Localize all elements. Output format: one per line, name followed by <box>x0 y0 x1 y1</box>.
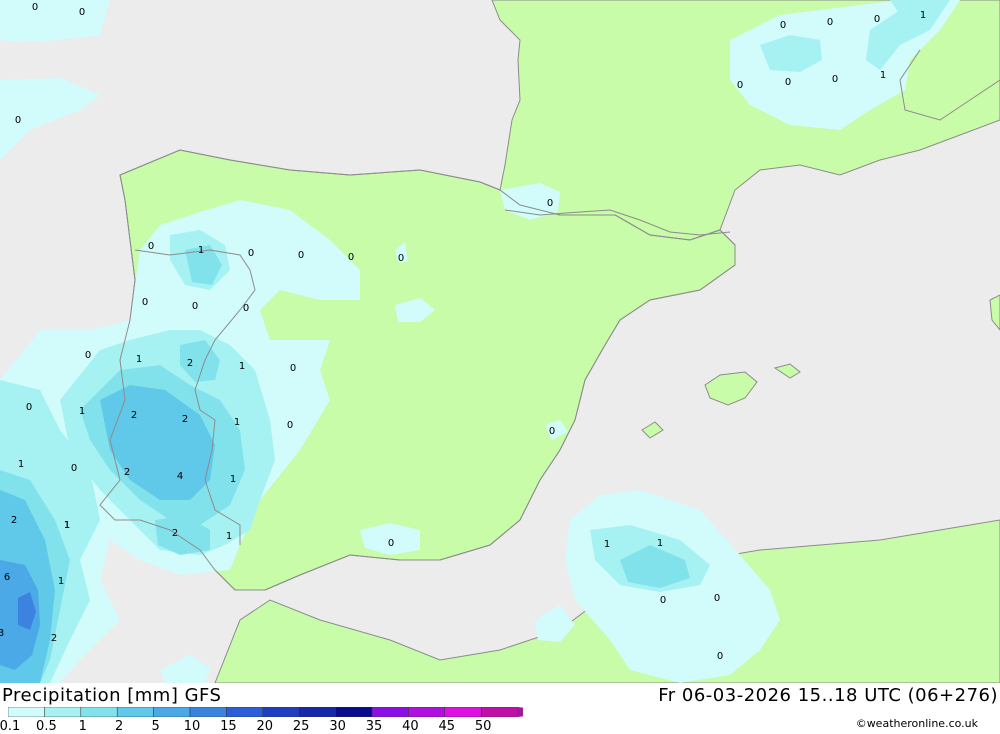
value-label: 0 <box>15 115 21 126</box>
value-label: 1 <box>920 10 926 21</box>
value-label: 1 <box>64 520 70 531</box>
legend-label: 40 <box>402 719 419 734</box>
legend-swatch <box>153 707 191 717</box>
value-label: 2 <box>172 528 178 539</box>
value-label: 4 <box>177 471 183 482</box>
value-label: 0 <box>827 17 833 28</box>
value-label: 0 <box>832 74 838 85</box>
value-label: 1 <box>657 538 663 549</box>
value-label: 1 <box>230 474 236 485</box>
legend-label: 0.5 <box>36 719 57 734</box>
value-label: 0 <box>547 198 553 209</box>
value-label: 1 <box>234 417 240 428</box>
value-label: 0 <box>714 593 720 604</box>
value-label: 0 <box>717 651 723 662</box>
legend-swatch <box>8 707 45 717</box>
legend-labels: 0.1 0.5 1 2 5 10 15 20 25 30 35 40 45 50 <box>0 719 560 734</box>
value-label: 0 <box>32 2 38 13</box>
value-label: 0 <box>874 14 880 25</box>
legend-label: 25 <box>292 719 310 734</box>
value-label: 0 <box>148 241 154 252</box>
legend-swatch <box>408 707 446 717</box>
legend-swatch <box>480 707 518 717</box>
value-label: 6 <box>4 572 10 583</box>
legend-swatch <box>444 707 482 717</box>
value-label: 0 <box>85 350 91 361</box>
value-label: 2 <box>187 358 193 369</box>
value-label: 2 <box>182 414 188 425</box>
value-label: 0 <box>785 77 791 88</box>
legend-swatches <box>8 707 523 717</box>
legend-swatch <box>116 707 154 717</box>
legend-label: 35 <box>365 719 383 734</box>
legend-label: 15 <box>220 719 237 734</box>
value-label: 2 <box>51 633 57 644</box>
value-label: 0 <box>243 303 249 314</box>
legend-swatch <box>335 707 373 717</box>
value-label: 1 <box>880 70 886 81</box>
value-label: 2 <box>131 410 137 421</box>
value-label: 0 <box>737 80 743 91</box>
precip-area-0.1 <box>0 0 110 42</box>
value-label: 0 <box>142 297 148 308</box>
value-label: 1 <box>136 354 142 365</box>
legend-swatch <box>189 707 227 717</box>
legend-label: 0.1 <box>0 719 21 734</box>
legend-label: 50 <box>474 719 492 734</box>
value-label: 0 <box>780 20 786 31</box>
value-label: 1 <box>58 576 64 587</box>
forecast-timestamp: Fr 06-03-2026 15..18 UTC (06+276) <box>658 685 998 706</box>
value-label: 0 <box>26 402 32 413</box>
legend-label: 20 <box>256 719 274 734</box>
legend-swatch <box>262 707 300 717</box>
legend-label: 5 <box>151 719 160 734</box>
value-label: 0 <box>71 463 77 474</box>
legend-label: 1 <box>78 719 87 734</box>
legend-label: 2 <box>115 719 124 734</box>
value-label: 0 <box>398 253 404 264</box>
value-label: 0 <box>660 595 666 606</box>
legend-swatch <box>44 707 82 717</box>
legend-swatch <box>80 707 118 717</box>
value-label: 0 <box>192 301 198 312</box>
value-label: 0 <box>287 420 293 431</box>
value-label: 0 <box>290 363 296 374</box>
legend-swatch <box>298 707 336 717</box>
value-label: 2 <box>124 467 130 478</box>
value-label: 2 <box>11 515 17 526</box>
value-label: 0 <box>348 252 354 263</box>
value-label: 0 <box>388 538 394 549</box>
map-footer: Precipitation [mm] GFS Fr 06-03-2026 15.… <box>0 683 1000 734</box>
legend-label: 45 <box>438 719 456 734</box>
precipitation-legend-bar <box>8 707 523 717</box>
value-label: 0 <box>549 426 555 437</box>
legend-label: 10 <box>183 719 201 734</box>
value-label: 1 <box>226 531 232 542</box>
value-label: 1 <box>604 539 610 550</box>
precipitation-map: 0 0 0 0 0 1 0 0 0 1 0 0 0 1 0 0 0 0 0 0 … <box>0 0 1000 683</box>
value-label: 0 <box>298 250 304 261</box>
value-label: 1 <box>18 459 24 470</box>
value-label: 1 <box>79 406 85 417</box>
credit-text: ©weatheronline.co.uk <box>855 717 978 730</box>
legend-swatch <box>226 707 264 717</box>
legend-label: 30 <box>329 719 346 734</box>
value-label: 1 <box>198 245 204 256</box>
value-label: 0 <box>79 7 85 18</box>
value-label: 1 <box>239 361 245 372</box>
value-label: 3 <box>0 628 4 639</box>
map-title: Precipitation [mm] GFS <box>2 685 222 706</box>
value-label: 0 <box>248 248 254 259</box>
legend-arrow <box>517 707 523 717</box>
legend-swatch <box>371 707 409 717</box>
